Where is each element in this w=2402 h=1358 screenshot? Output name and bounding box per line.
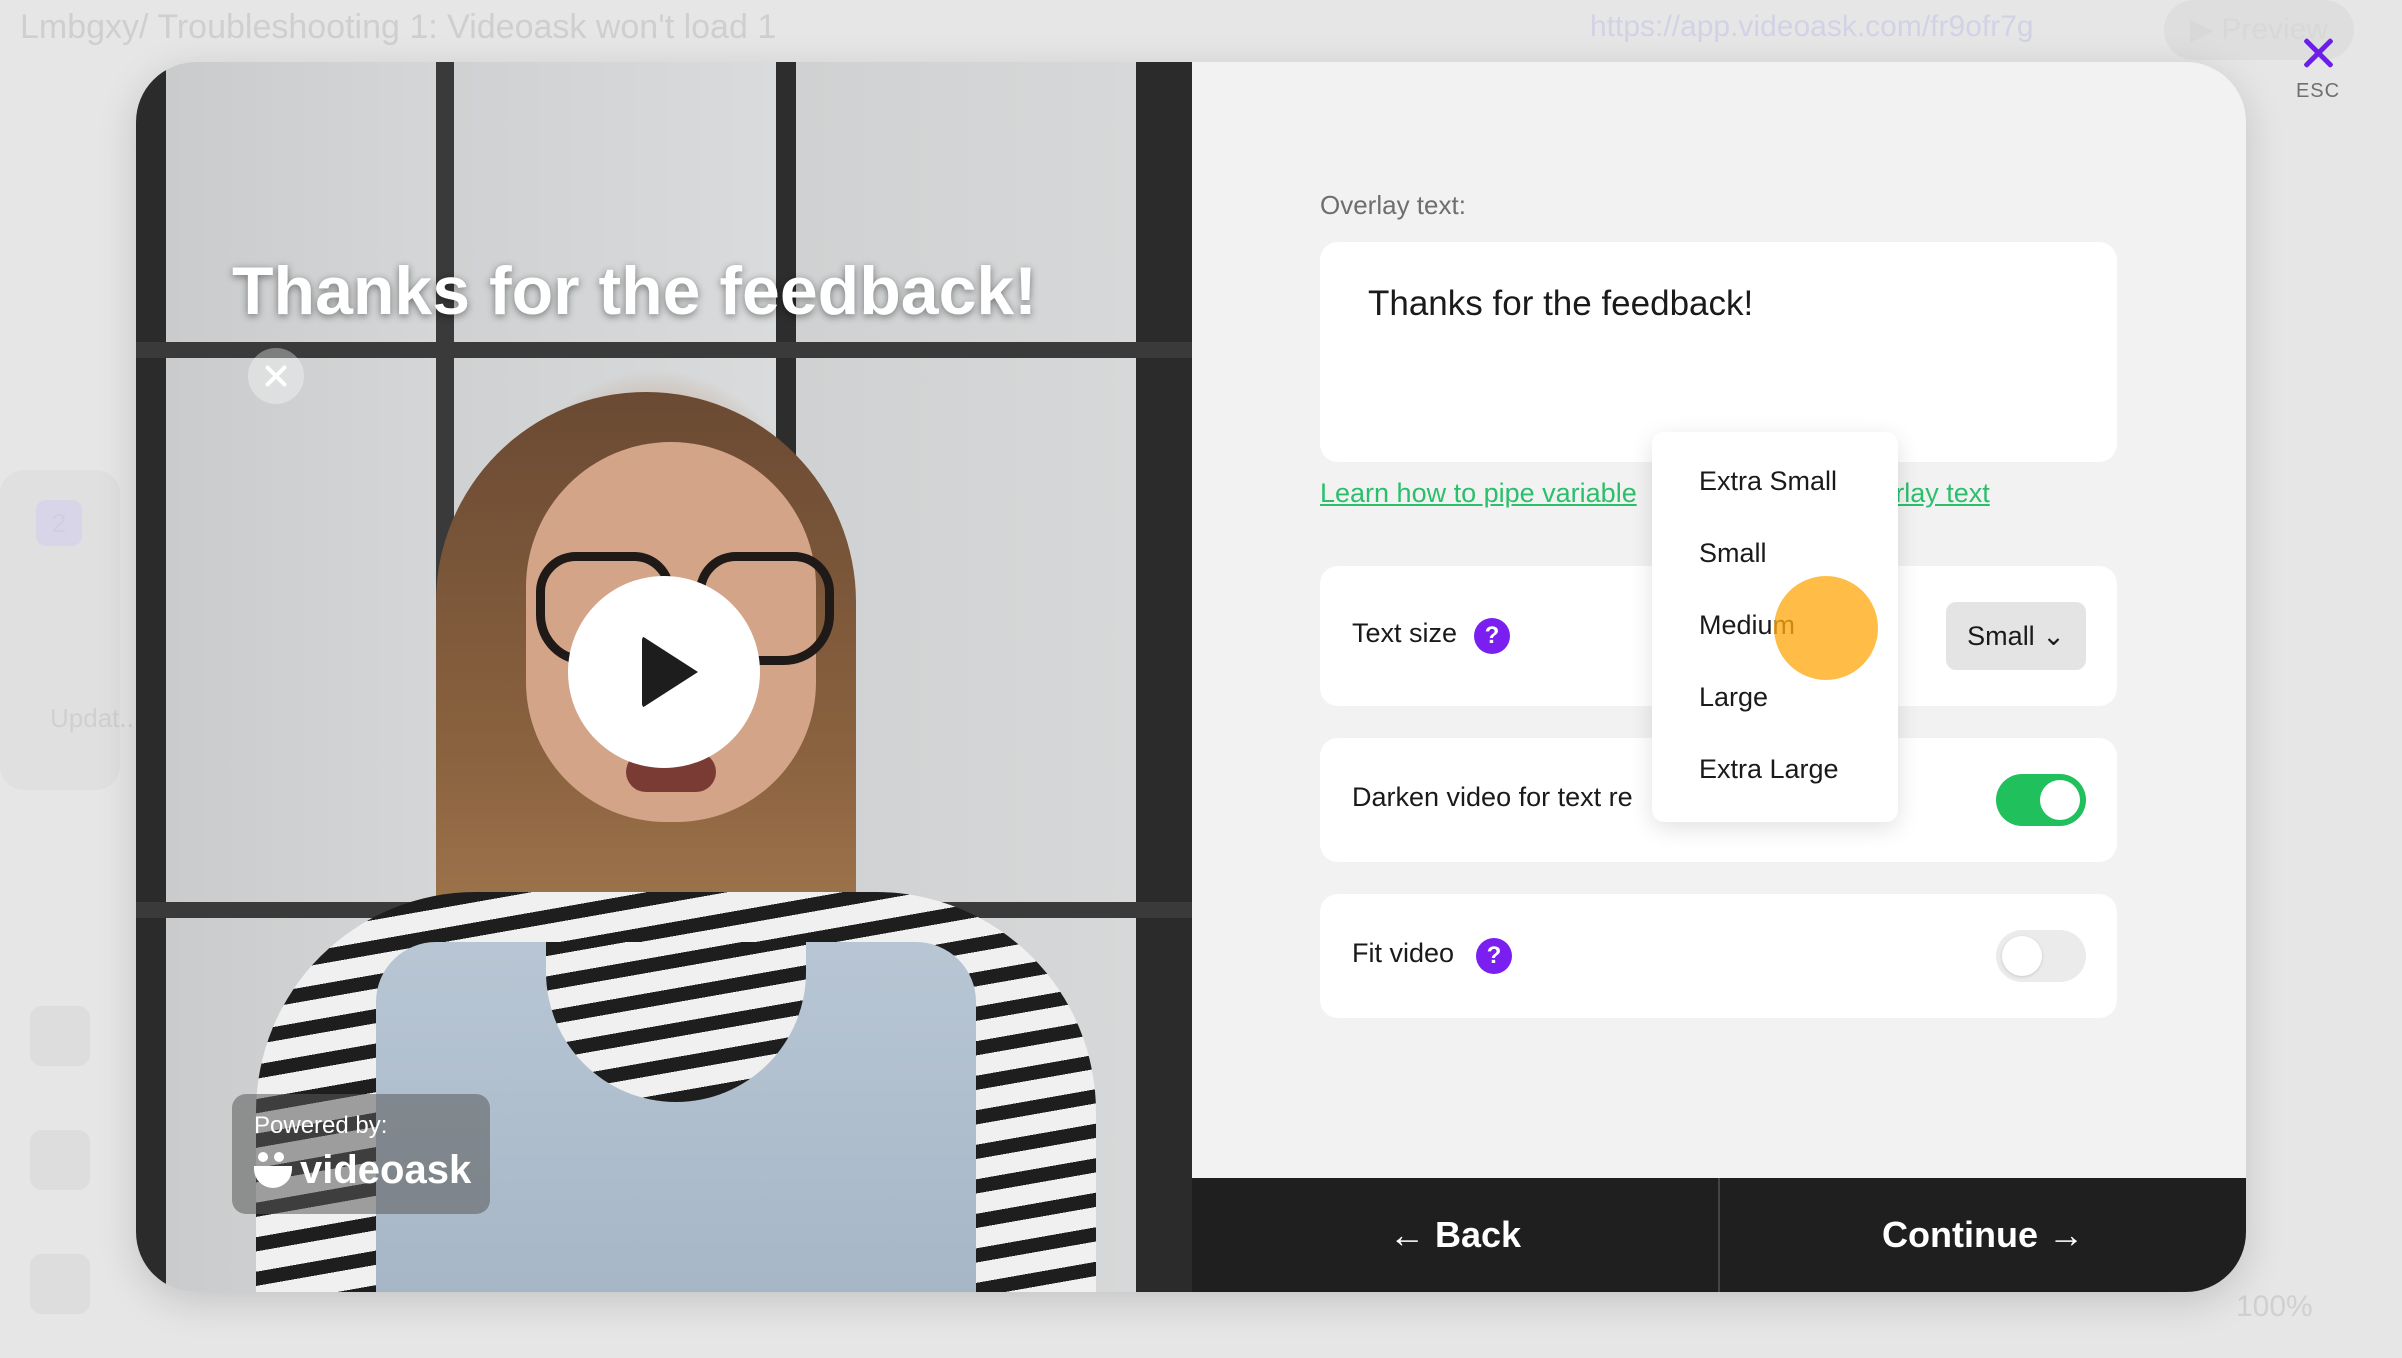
background-contact-icon: [30, 1006, 90, 1066]
text-size-select[interactable]: Small ⌄: [1946, 602, 2086, 670]
back-button[interactable]: ← Back: [1192, 1178, 1718, 1292]
fit-video-help-icon[interactable]: ?: [1476, 938, 1512, 974]
background-help-icon: [30, 1254, 90, 1314]
dropdown-option-extra-large[interactable]: Extra Large: [1699, 754, 1839, 785]
videoask-logo-text: videoask: [300, 1148, 472, 1192]
toggle-knob: [2040, 780, 2080, 820]
click-highlight: [1774, 576, 1878, 680]
background-topbar: Lmbgxy/ Troubleshooting 1: Videoask won'…: [0, 0, 2402, 60]
text-size-label: Text size: [1352, 618, 1458, 648]
overlay-text-label: Overlay text:: [1320, 190, 1466, 220]
modal-footer: ← Back Continue →: [1192, 1178, 2246, 1292]
arrow-right-icon: →: [2037, 1214, 2084, 1255]
text-size-help-icon[interactable]: ?: [1474, 618, 1510, 654]
overlay-text-modal: Thanks for the feedback! Powered by: vid…: [136, 62, 2246, 1292]
close-icon[interactable]: [2290, 26, 2346, 82]
modal-close[interactable]: ESC: [2290, 26, 2346, 103]
powered-by-badge: Powered by: videoask: [232, 1094, 490, 1214]
overlay-text-preview: Thanks for the feedback!: [232, 253, 1037, 329]
background-zoom: 100%: [2236, 1290, 2313, 1323]
background-url: https://app.videoask.com/fr9ofr7g: [1590, 10, 2034, 43]
dropdown-option-large[interactable]: Large: [1699, 682, 1768, 713]
videoask-logo: videoask: [254, 1148, 471, 1193]
esc-label: ESC: [2295, 80, 2341, 102]
overlay-text-input[interactable]: Thanks for the feedback!: [1320, 242, 2117, 462]
toggle-knob: [2002, 936, 2042, 976]
fit-video-label: Fit video: [1352, 938, 1455, 968]
powered-by-label: Powered by:: [254, 1112, 388, 1139]
background-gear-icon: [30, 1130, 90, 1190]
remove-overlay-close-icon[interactable]: [248, 348, 304, 404]
play-button[interactable]: [568, 576, 760, 768]
overlay-text-value[interactable]: Thanks for the feedback!: [1368, 284, 1753, 324]
chevron-down-icon: ⌄: [2034, 621, 2065, 651]
darken-video-label: Darken video for text re: [1352, 782, 1633, 812]
darken-video-toggle[interactable]: [1996, 774, 2086, 826]
arrow-left-icon: ←: [1388, 1214, 1435, 1255]
fit-video-toggle[interactable]: [1996, 930, 2086, 982]
dropdown-option-small[interactable]: Small: [1699, 538, 1767, 569]
video-preview[interactable]: Thanks for the feedback! Powered by: vid…: [136, 62, 1192, 1292]
background-breadcrumb: Lmbgxy/ Troubleshooting 1: Videoask won'…: [20, 8, 777, 46]
dropdown-option-extra-small[interactable]: Extra Small: [1699, 466, 1837, 497]
fit-video-card: Fit video ?: [1320, 894, 2117, 1018]
continue-button[interactable]: Continue →: [1720, 1178, 2246, 1292]
videoask-logo-icon: [254, 1151, 292, 1190]
background-side-number: 2: [36, 500, 82, 546]
